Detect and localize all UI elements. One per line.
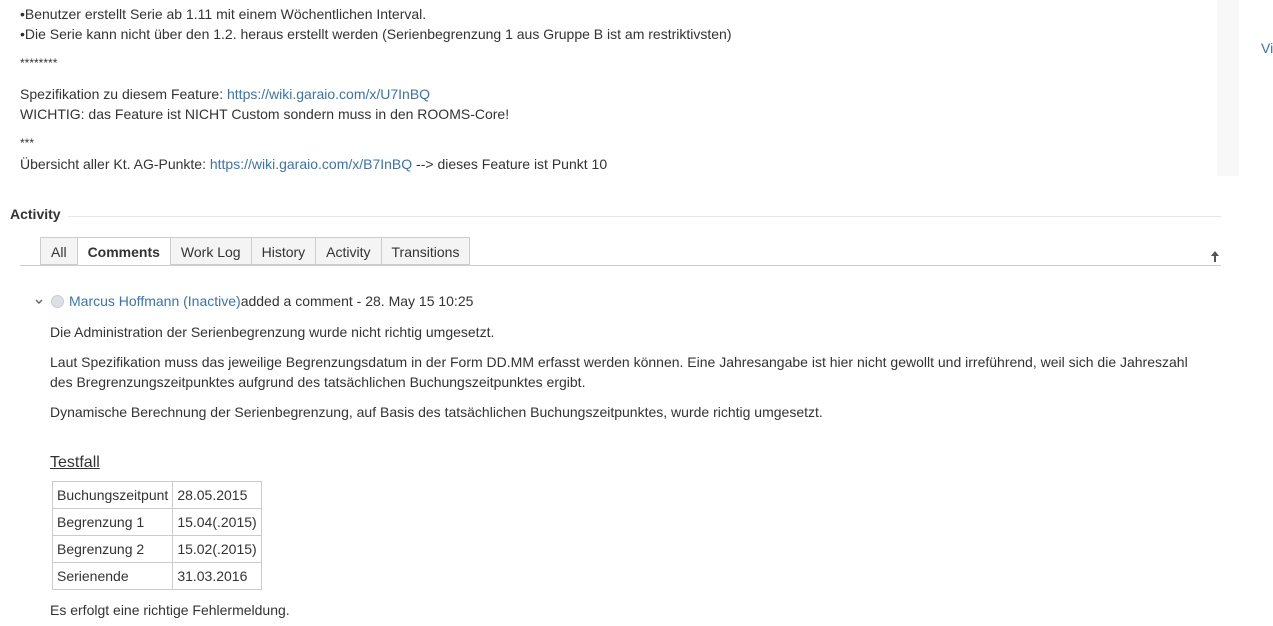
comment-paragraph: Es erfolgt eine richtige Fehlermeldung. bbox=[50, 602, 290, 618]
activity-divider bbox=[68, 216, 1221, 217]
table-cell: Serienende bbox=[51, 562, 174, 590]
description-panel: •Benutzer erstellt Serie ab 1.11 mit ein… bbox=[10, 0, 1239, 176]
table-cell: Begrenzung 2 bbox=[51, 535, 174, 563]
tab-comments[interactable]: Comments bbox=[76, 237, 171, 266]
overview-label: Übersicht aller Kt. AG-Punkte: bbox=[20, 156, 210, 172]
activity-tabs: All Comments Work Log History Activity T… bbox=[40, 237, 471, 266]
chevron-down-icon[interactable] bbox=[33, 295, 45, 307]
tab-history[interactable]: History bbox=[250, 237, 317, 265]
tab-work-log[interactable]: Work Log bbox=[169, 237, 252, 265]
tab-all[interactable]: All bbox=[40, 237, 78, 265]
testfall-heading: Testfall bbox=[50, 454, 100, 471]
spec-label: Spezifikation zu diesem Feature: bbox=[20, 86, 227, 102]
overview-link[interactable]: https://wiki.garaio.com/x/B7InBQ bbox=[210, 156, 412, 172]
table-row: Buchungszeitpunt 28.05.2015 bbox=[51, 481, 262, 509]
separator: ******** bbox=[20, 56, 58, 70]
comment-paragraph: Dynamische Berechnung der Serienbegrenzu… bbox=[50, 404, 823, 420]
overview-suffix: --> dieses Feature ist Punkt 10 bbox=[412, 156, 608, 172]
table-row: Begrenzung 1 15.04(.2015) bbox=[51, 508, 262, 536]
tab-activity[interactable]: Activity bbox=[315, 237, 382, 265]
table-cell: Buchungszeitpunt bbox=[51, 481, 174, 509]
side-link[interactable]: Vi bbox=[1261, 40, 1273, 56]
spec-link[interactable]: https://wiki.garaio.com/x/U7InBQ bbox=[227, 86, 430, 102]
comment-paragraph: des Bregrenzungszeitpunktes aufgrund des… bbox=[50, 374, 586, 390]
table-cell: 15.04(.2015) bbox=[172, 508, 262, 536]
table-row: Serienende 31.03.2016 bbox=[51, 562, 262, 590]
table-cell: 15.02(.2015) bbox=[172, 535, 262, 563]
comment-header: Marcus Hoffmann (Inactive) added a comme… bbox=[33, 292, 473, 310]
testfall-table: Buchungszeitpunt 28.05.2015 Begrenzung 1… bbox=[51, 481, 262, 590]
tabs-divider bbox=[20, 265, 1221, 266]
wichtig-line: WICHTIG: das Feature ist NICHT Custom so… bbox=[20, 106, 510, 122]
comment-author-link[interactable]: Marcus Hoffmann (Inactive) bbox=[69, 293, 241, 309]
description-line: •Die Serie kann nicht über den 1.2. hera… bbox=[20, 26, 732, 42]
spec-line: Spezifikation zu diesem Feature: https:/… bbox=[20, 84, 430, 104]
avatar bbox=[51, 294, 64, 308]
description-line: •Benutzer erstellt Serie ab 1.11 mit ein… bbox=[20, 6, 427, 22]
table-row: Begrenzung 2 15.02(.2015) bbox=[51, 535, 262, 563]
separator: *** bbox=[20, 136, 35, 150]
comment-meta: added a comment - 28. May 15 10:25 bbox=[240, 293, 474, 309]
comment-paragraph: Die Administration der Serienbegrenzung … bbox=[50, 324, 495, 340]
table-cell: 28.05.2015 bbox=[172, 481, 262, 509]
tab-transitions[interactable]: Transitions bbox=[380, 237, 471, 265]
table-cell: Begrenzung 1 bbox=[51, 508, 174, 536]
sort-order-arrow-icon[interactable] bbox=[1209, 249, 1221, 263]
table-cell: 31.03.2016 bbox=[172, 562, 262, 590]
comment-paragraph: Laut Spezifikation muss das jeweilige Be… bbox=[50, 354, 1188, 370]
overview-line: Übersicht aller Kt. AG-Punkte: https://w… bbox=[20, 154, 607, 174]
activity-title: Activity bbox=[10, 206, 61, 222]
